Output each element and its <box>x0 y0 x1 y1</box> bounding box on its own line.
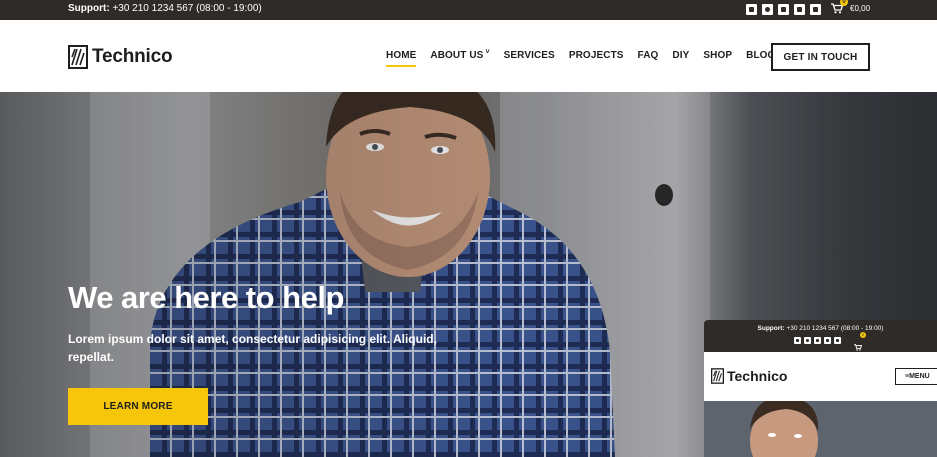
mobile-social-links <box>794 337 841 344</box>
logo-icon <box>711 368 724 384</box>
mobile-menu-button[interactable]: ≡ MENU <box>895 368 937 385</box>
twitter-icon[interactable] <box>778 4 789 15</box>
youtube-icon[interactable] <box>810 4 821 15</box>
mobile-menu-label: MENU <box>909 373 930 380</box>
logo-icon <box>68 45 88 69</box>
main-nav: HOME ABOUT US ˅ SERVICES PROJECTS FAQ DIY… <box>386 49 789 67</box>
instagram-icon[interactable] <box>762 4 773 15</box>
hero-title: We are here to help <box>68 280 344 315</box>
facebook-icon[interactable] <box>824 337 831 344</box>
nav-projects[interactable]: PROJECTS <box>569 50 624 61</box>
support-phone: +30 210 1234 567 (08:00 - 19:00) <box>112 3 262 14</box>
instagram-icon[interactable] <box>804 337 811 344</box>
learn-more-button[interactable]: LEARN MORE <box>68 388 208 425</box>
social-links <box>746 4 821 15</box>
support-label: Support: <box>68 3 110 14</box>
facebook-icon[interactable] <box>794 4 805 15</box>
chevron-down-icon: ˅ <box>485 49 490 56</box>
mobile-support-phone: +30 210 1234 567 (08:00 - 19:00) <box>786 325 884 332</box>
get-in-touch-button[interactable]: GET IN TOUCH <box>771 43 870 71</box>
hero-description: Lorem ipsum dolor sit amet, consectetur … <box>68 332 437 364</box>
site-logo[interactable]: Technico <box>68 45 173 69</box>
cart-total[interactable]: €0,00 <box>850 4 870 13</box>
mobile-header: Technico ≡ MENU <box>704 352 937 401</box>
mobile-site-logo[interactable]: Technico <box>711 368 787 384</box>
mobile-hero-person <box>704 401 937 457</box>
logo-text: Technico <box>92 46 173 67</box>
mobile-logo-text: Technico <box>727 368 788 384</box>
mobile-hero-image <box>704 401 937 457</box>
top-support-bar: Support: +30 210 1234 567 (08:00 - 19:00… <box>0 0 937 20</box>
nav-home[interactable]: HOME <box>386 50 417 67</box>
nav-about-us[interactable]: ABOUT US ˅ <box>430 49 490 61</box>
mobile-cart-count-badge: 0 <box>860 332 866 338</box>
mobile-preview: Support: +30 210 1234 567 (08:00 - 19:00… <box>704 320 937 457</box>
mobile-support-label: Support: <box>757 325 785 332</box>
support-info: Support: +30 210 1234 567 (08:00 - 19:00… <box>68 3 262 14</box>
nav-services[interactable]: SERVICES <box>504 50 555 61</box>
main-header: Technico HOME ABOUT US ˅ SERVICES PROJECT… <box>0 20 937 92</box>
linkedin-icon[interactable] <box>746 4 757 15</box>
mobile-support-info: Support: +30 210 1234 567 (08:00 - 19:00… <box>704 325 937 332</box>
cart-count-badge: 0 <box>840 0 848 6</box>
nav-about-us-label: ABOUT US <box>430 50 484 61</box>
twitter-icon[interactable] <box>814 337 821 344</box>
nav-shop[interactable]: SHOP <box>703 50 732 61</box>
nav-diy[interactable]: DIY <box>672 50 689 61</box>
linkedin-icon[interactable] <box>794 337 801 344</box>
mobile-top-bar: Support: +30 210 1234 567 (08:00 - 19:00… <box>704 320 937 352</box>
nav-faq[interactable]: FAQ <box>638 50 659 61</box>
youtube-icon[interactable] <box>834 337 841 344</box>
